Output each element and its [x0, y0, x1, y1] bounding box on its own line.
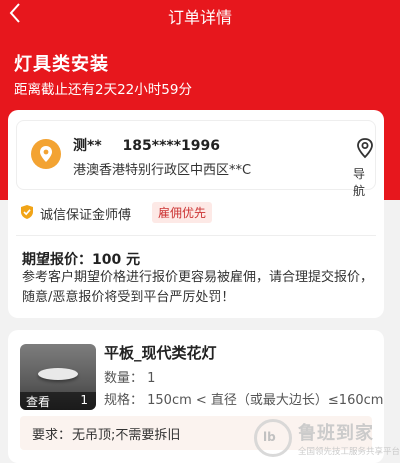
guarantee-text: 诚信保证金师傅	[40, 208, 132, 223]
customer-name: 测**	[73, 138, 102, 154]
guarantee-row: 诚信保证金师傅 雇佣优先	[18, 200, 378, 226]
expected-price: 期望报价：100 元	[22, 249, 140, 269]
contact-info: 测** 185****1996	[73, 135, 220, 155]
address-block: 测** 185****1996 港澳香港特别行政区中西区**C 导航	[16, 120, 376, 198]
customer-phone[interactable]: 185****1996	[123, 138, 220, 154]
top-bar: 订单详情	[0, 0, 400, 30]
customer-address: 港澳香港特别行政区中西区**C	[73, 163, 252, 178]
product-name: 平板_现代类花灯	[104, 344, 217, 362]
price-value: 100 元	[92, 252, 141, 268]
product-quantity: 数量： 1	[104, 371, 156, 386]
thumbnail-view-bar[interactable]: 查看 1	[20, 392, 96, 410]
navigation-pin-icon[interactable]	[355, 137, 375, 159]
view-count: 1	[80, 393, 88, 407]
priority-badge: 雇佣优先	[152, 202, 213, 223]
product-spec: 规格： 150cm < 直径（或最大边长）≤160cm	[104, 393, 384, 408]
service-title: 灯具类安装	[14, 54, 109, 75]
order-card: 测** 185****1996 港澳香港特别行政区中西区**C 导航 诚信保证金…	[8, 110, 384, 318]
requirement-label: 要求：	[32, 428, 72, 443]
watermark-title: 鲁班到家	[298, 423, 374, 444]
watermark-logo-icon: lb	[254, 419, 292, 457]
watermark-subtitle: 全国领先技工服务共享平台	[298, 447, 400, 457]
deadline-countdown: 距离截止还有2天22小时59分	[14, 82, 192, 98]
shield-icon	[20, 204, 34, 220]
lamp-image	[38, 368, 78, 380]
price-label: 期望报价：	[22, 252, 92, 268]
navigation-label[interactable]: 导航	[353, 165, 375, 199]
watermark: lb 鲁班到家 全国领先技工服务共享平台	[254, 415, 400, 463]
divider	[16, 235, 376, 236]
view-label: 查看	[26, 395, 51, 409]
location-pin-icon	[31, 139, 61, 169]
watermark-logo-text: lb	[263, 430, 276, 444]
page-title: 订单详情	[167, 8, 232, 27]
price-note: 参考客户期望价格进行报价更容易被雇佣，请合理提交报价，随意/恶意报价将受到平台严…	[22, 270, 374, 305]
requirement-value: 无吊顶;不需要拆旧	[72, 428, 181, 443]
product-thumbnail[interactable]: 查看 1	[20, 344, 96, 410]
